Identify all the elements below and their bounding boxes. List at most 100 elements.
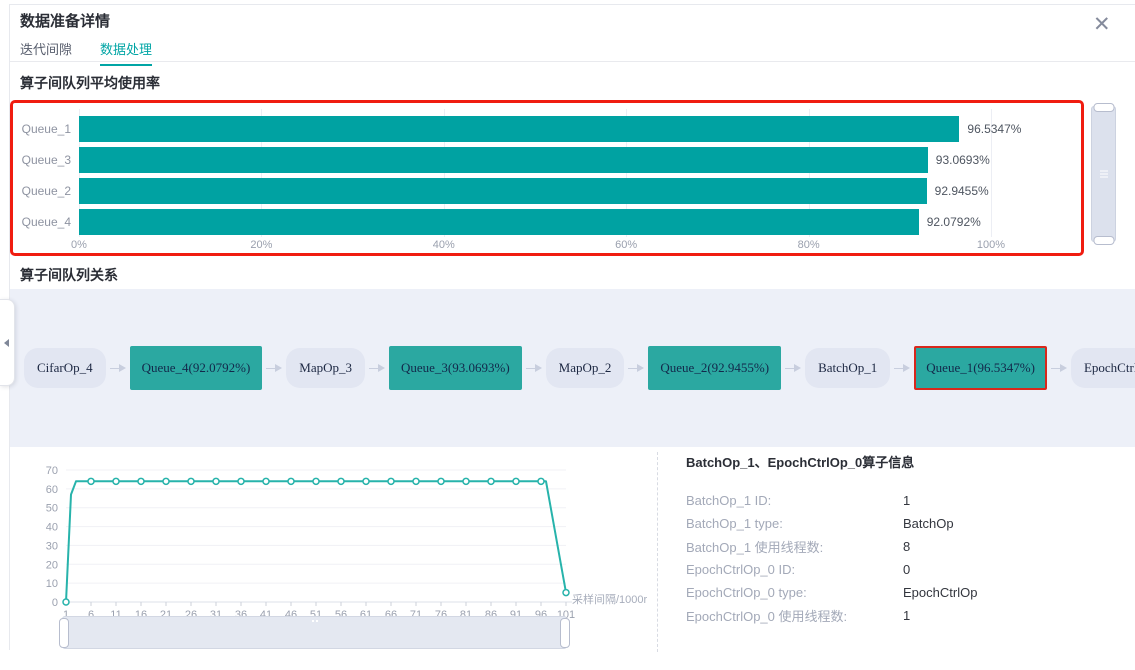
info-row: EpochCtrlOp_0 使用线程数:1: [686, 604, 1126, 627]
info-label: BatchOp_1 ID:: [686, 493, 903, 508]
datazoom-handle-right[interactable]: [560, 618, 570, 648]
flow-node-mapop-2[interactable]: MapOp_2: [546, 348, 625, 388]
svg-text:40: 40: [46, 522, 58, 534]
operator-info-title: BatchOp_1、EpochCtrlOp_0算子信息: [686, 452, 1126, 471]
operator-info-rows: BatchOp_1 ID:1BatchOp_1 type:BatchOpBatc…: [686, 489, 1126, 627]
bar-track: 92.9455%: [79, 178, 991, 204]
flow-node-queue-3-93-0693[interactable]: Queue_3(93.0693%): [389, 346, 522, 390]
info-label: EpochCtrlOp_0 使用线程数:: [686, 606, 903, 625]
bar-row-queue-3: Queue_3 93.0693%: [21, 144, 991, 175]
info-value: 8: [903, 539, 910, 554]
info-row: EpochCtrlOp_0 ID:0: [686, 558, 1126, 581]
svg-text:70: 70: [46, 465, 58, 477]
svg-text:60: 60: [46, 484, 58, 496]
flow-arrow: [266, 364, 282, 372]
info-row: BatchOp_1 ID:1: [686, 489, 1126, 512]
info-row: EpochCtrlOp_0 type:EpochCtrlOp: [686, 581, 1126, 604]
svg-text:0: 0: [52, 597, 58, 609]
info-label: BatchOp_1 type:: [686, 516, 903, 531]
bar-fill[interactable]: [79, 147, 928, 173]
arrow-head-icon: [637, 364, 644, 372]
arrow-head-icon: [1060, 364, 1067, 372]
tab-bar: 迭代间隙 数据处理: [10, 36, 1135, 62]
info-row: BatchOp_1 type:BatchOp: [686, 512, 1126, 535]
info-value: 0: [903, 562, 910, 577]
info-row: BatchOp_1 使用线程数:8: [686, 535, 1126, 558]
operator-flow: CifarOp_4 Queue_4(92.0792%) MapOp_3 Queue_3…: [10, 289, 1135, 447]
panel-edge-top: [9, 4, 1135, 5]
flow-arrow: [526, 364, 542, 372]
chevron-left-icon: [4, 339, 9, 347]
bar-category-label: Queue_2: [21, 184, 71, 198]
bar-row-queue-4: Queue_4 92.0792%: [21, 206, 991, 237]
flow-arrow: [1051, 364, 1067, 372]
flow-arrow: [628, 364, 644, 372]
x-tick-label: 0%: [71, 239, 87, 251]
bar-chart-x-axis: 0%20%40%60%80%100%: [79, 239, 991, 253]
queue-relation-section-title: 算子间队列关系: [20, 265, 118, 285]
bar-value-label: 92.9455%: [935, 184, 989, 198]
close-icon[interactable]: ✕: [1093, 14, 1111, 35]
horizontal-datazoom-slider[interactable]: [62, 616, 567, 649]
datazoom-grip: [1100, 169, 1108, 180]
bar-category-label: Queue_3: [21, 153, 71, 167]
bar-row-queue-2: Queue_2 92.9455%: [21, 175, 991, 206]
bar-value-label: 93.0693%: [936, 153, 990, 167]
flow-node-queue-4-92-0792[interactable]: Queue_4(92.0792%): [130, 346, 263, 390]
flow-node-cifarop-4[interactable]: CifarOp_4: [24, 348, 106, 388]
arrow-head-icon: [903, 364, 910, 372]
queue-usage-section-title: 算子间队列平均使用率: [20, 73, 160, 93]
arrow-head-icon: [119, 364, 126, 372]
flow-node-mapop-3[interactable]: MapOp_3: [286, 348, 365, 388]
flow-arrow: [894, 364, 910, 372]
info-value: 1: [903, 493, 910, 508]
svg-text:10: 10: [46, 578, 58, 590]
data-prep-detail-panel: 数据准备详情 ✕ 迭代间隙 数据处理 算子间队列平均使用率 Queue_196.…: [0, 0, 1135, 670]
tab-iteration-gap[interactable]: 迭代间隙: [20, 39, 72, 64]
bar-track: 96.5347%: [79, 116, 991, 142]
bar-value-label: 92.0792%: [927, 215, 981, 229]
x-tick-label: 20%: [250, 239, 272, 251]
svg-text:50: 50: [46, 503, 58, 515]
flow-arrow: [369, 364, 385, 372]
operator-info-panel: BatchOp_1、EpochCtrlOp_0算子信息 BatchOp_1 ID…: [686, 452, 1126, 627]
info-value: BatchOp: [903, 516, 954, 531]
vertical-datazoom-slider[interactable]: [1091, 106, 1116, 242]
bar-value-label: 96.5347%: [967, 122, 1021, 136]
datazoom-handle-left[interactable]: [59, 618, 69, 648]
flow-node-epochctrlop-0[interactable]: EpochCtrlOp_0: [1071, 348, 1135, 388]
bar-category-label: Queue_1: [21, 122, 71, 136]
info-label: BatchOp_1 使用线程数:: [686, 537, 903, 556]
flow-node-queue-1-96-5347[interactable]: Queue_1(96.5347%): [914, 346, 1047, 390]
bar-track: 93.0693%: [79, 147, 991, 173]
arrow-head-icon: [794, 364, 801, 372]
arrow-head-icon: [378, 364, 385, 372]
datazoom-grip: [311, 620, 319, 622]
x-tick-label: 40%: [433, 239, 455, 251]
datazoom-handle-bottom[interactable]: [1093, 236, 1114, 245]
svg-text:20: 20: [46, 559, 58, 571]
flow-node-batchop-1[interactable]: BatchOp_1: [805, 348, 890, 388]
svg-text:30: 30: [46, 540, 58, 552]
tab-data-processing[interactable]: 数据处理: [100, 39, 152, 66]
section-divider: [657, 452, 658, 652]
queue-usage-bar-chart: Queue_1 96.5347% Queue_3 93.0693% Queue_2 92.…: [10, 100, 1084, 256]
bar-fill[interactable]: [79, 209, 919, 235]
bar-fill[interactable]: [79, 178, 927, 204]
flow-node-queue-2-92-9455[interactable]: Queue_2(92.9455%): [648, 346, 781, 390]
queue-relation-diagram: CifarOp_4 Queue_4(92.0792%) MapOp_3 Queue_3…: [10, 289, 1135, 447]
bar-chart-rows: Queue_1 96.5347% Queue_3 93.0693% Queue_2 92.…: [21, 113, 991, 237]
bar-row-queue-1: Queue_1 96.5347%: [21, 113, 991, 144]
x-tick-label: 60%: [615, 239, 637, 251]
info-label: EpochCtrlOp_0 type:: [686, 585, 903, 600]
bar-fill[interactable]: [79, 116, 959, 142]
datazoom-handle-top[interactable]: [1093, 103, 1114, 112]
bar-category-label: Queue_4: [21, 215, 71, 229]
line-chart-x-axis-label: 采样间隔/1000r: [572, 591, 647, 607]
flow-arrow: [785, 364, 801, 372]
info-value: EpochCtrlOp: [903, 585, 977, 600]
x-tick-label: 80%: [798, 239, 820, 251]
x-tick-label: 100%: [977, 239, 1005, 251]
collapse-panel-handle[interactable]: [0, 299, 15, 386]
info-label: EpochCtrlOp_0 ID:: [686, 562, 903, 577]
